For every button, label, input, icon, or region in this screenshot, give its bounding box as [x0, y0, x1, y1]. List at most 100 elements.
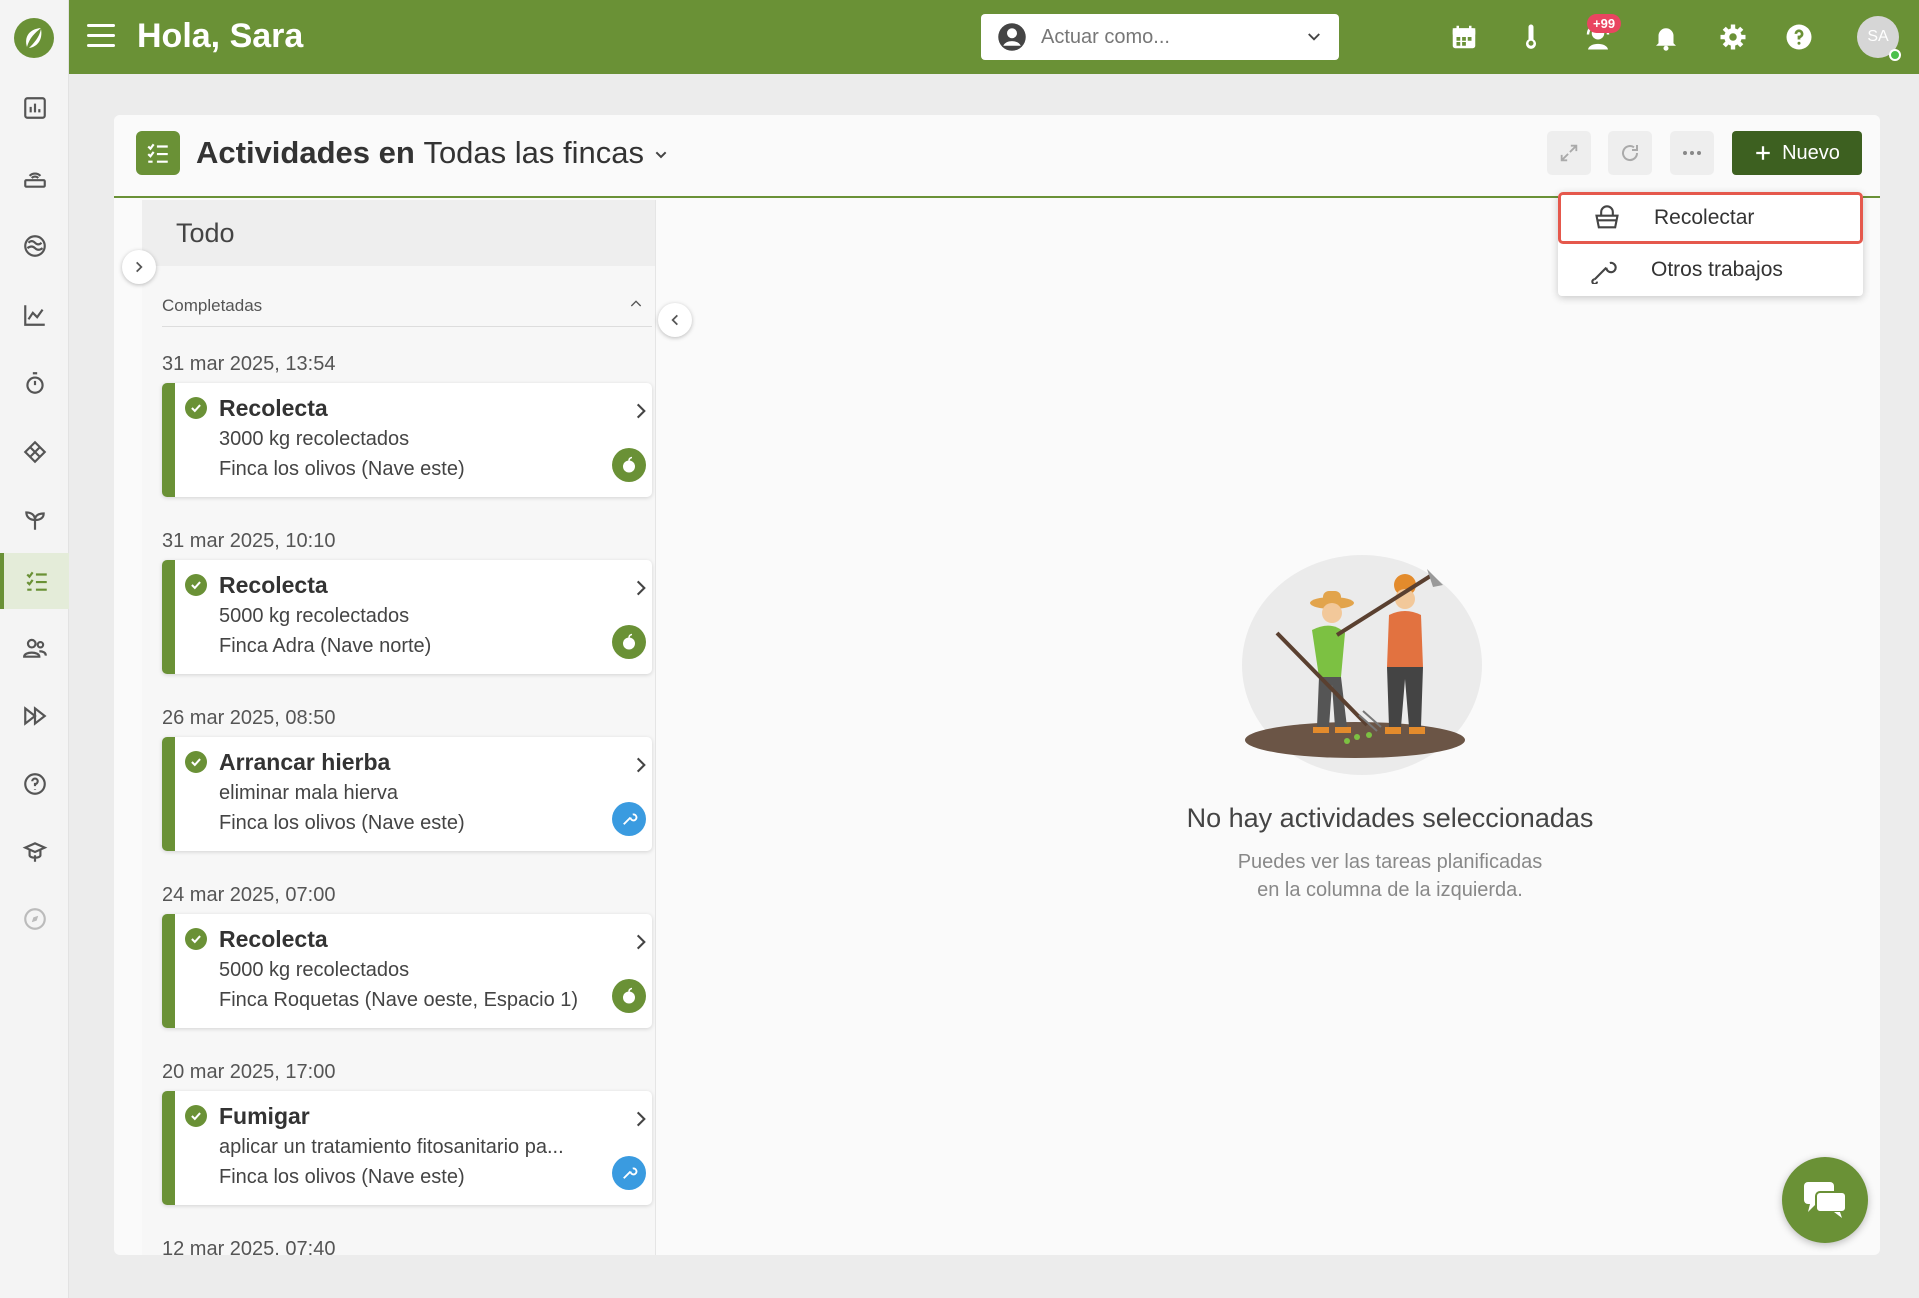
farmers-illustration	[1242, 555, 1482, 775]
activity-description: 5000 kg recolectados	[219, 959, 410, 981]
farm-scope-label: Todas las fincas	[423, 135, 644, 170]
page-title: Actividades en Todas las fincas	[196, 135, 669, 171]
harvest-icon	[612, 448, 646, 482]
sidebar-item-activities[interactable]	[0, 553, 69, 609]
work-tools-icon	[612, 802, 646, 836]
chevron-up-icon[interactable]	[628, 296, 644, 312]
new-activity-menu: Recolectar Otros trabajos	[1558, 192, 1863, 296]
act-as-placeholder: Actuar como...	[1041, 25, 1170, 48]
empty-state-line-2: en la columna de la izquierda.	[1257, 879, 1523, 901]
new-activity-button[interactable]: Nuevo	[1732, 131, 1862, 175]
completed-check-icon	[185, 1105, 207, 1127]
sidebar-item-users[interactable]	[0, 620, 69, 676]
sidebar-item-weather[interactable]	[0, 218, 69, 274]
section-header-completed[interactable]: Completadas	[162, 296, 652, 327]
chevron-right-icon	[636, 403, 646, 419]
menu-item-otros-trabajos[interactable]: Otros trabajos	[1558, 244, 1863, 296]
sidebar-item-explore[interactable]	[0, 891, 69, 947]
tools-icon	[1591, 261, 1617, 284]
notification-badge: +99	[1587, 14, 1622, 33]
completed-check-icon	[185, 574, 207, 596]
activity-location: Finca Adra (Nave norte)	[219, 635, 432, 657]
activity-description: 3000 kg recolectados	[219, 428, 410, 450]
sidebar-item-forward[interactable]	[0, 688, 69, 744]
activity-location: Finca Roquetas (Nave oeste, Espacio 1)	[219, 989, 579, 1011]
list-tab-label: Todo	[176, 218, 235, 248]
app-logo[interactable]	[14, 18, 54, 58]
sidebar-item-crops[interactable]	[0, 492, 69, 548]
academy-icon	[22, 842, 47, 862]
menu-item-label: Recolectar	[1654, 206, 1755, 229]
activities-icon	[25, 571, 47, 591]
sidebar-item-help[interactable]	[0, 756, 69, 812]
plant-icon	[24, 511, 45, 530]
activity-description: 5000 kg recolectados	[219, 605, 410, 627]
activity-card[interactable]: Recolecta 5000 kg recolectados Finca Adra …	[162, 560, 652, 674]
users-icon	[22, 638, 47, 658]
empty-state-subtitle: Puedes ver las tareas planificadas en la…	[1120, 848, 1660, 904]
sidebar-item-charts[interactable]	[0, 287, 69, 343]
chevron-down-icon	[1308, 33, 1320, 41]
chart-icon	[23, 305, 45, 326]
timer-icon	[25, 372, 44, 394]
activities-list-icon	[136, 131, 180, 175]
activity-description: aplicar un tratamiento fitosanitario pa.…	[219, 1136, 564, 1158]
sidebar-item-sensors[interactable]	[0, 150, 69, 206]
completed-check-icon	[185, 928, 207, 950]
weather-icon	[23, 235, 46, 257]
question-icon	[1786, 24, 1812, 50]
completed-check-icon	[185, 751, 207, 773]
date-label: 31 mar 2025, 10:10	[162, 530, 336, 552]
expand-list-button[interactable]	[122, 250, 156, 284]
activity-location: Finca los olivos (Nave este)	[219, 458, 465, 480]
sensors-icon	[23, 172, 46, 188]
menu-icon[interactable]	[87, 24, 115, 50]
new-button-label: Nuevo	[1782, 141, 1840, 164]
online-status-dot	[1889, 49, 1901, 61]
chevron-left-icon	[671, 314, 678, 326]
activity-card[interactable]: Recolecta 5000 kg recolectados Finca Roque…	[162, 914, 652, 1028]
act-as-select[interactable]: Actuar como...	[981, 14, 1339, 60]
sidebar-item-dashboard[interactable]	[0, 80, 69, 136]
work-tools-icon	[612, 1156, 646, 1190]
activity-title: Fumigar	[219, 1103, 310, 1129]
menu-item-recolectar[interactable]: Recolectar	[1558, 192, 1863, 244]
more-options-button[interactable]	[1670, 131, 1714, 175]
date-label: 12 mar 2025, 07:40	[162, 1238, 336, 1255]
list-tab[interactable]: Todo	[142, 200, 655, 266]
sidebar-item-timer[interactable]	[0, 355, 69, 411]
sidebar-item-academy[interactable]	[0, 824, 69, 880]
user-circle-icon	[998, 23, 1026, 51]
farm-scope-selector[interactable]: Todas las fincas	[423, 135, 668, 170]
chat-button[interactable]	[1782, 1157, 1868, 1243]
compass-icon	[23, 908, 46, 930]
activity-card[interactable]: Fumigar aplicar un tratamiento fitosanita…	[162, 1091, 652, 1205]
dashboard-icon	[23, 97, 46, 119]
empty-state-title: No hay actividades seleccionadas	[1186, 803, 1594, 833]
activity-title: Recolecta	[219, 395, 328, 421]
activity-card[interactable]: Arrancar hierba eliminar mala hierva Finca…	[162, 737, 652, 851]
notifications-button[interactable]	[1647, 18, 1685, 56]
help-button[interactable]	[1780, 18, 1818, 56]
temperature-button[interactable]	[1512, 18, 1550, 56]
activity-location: Finca los olivos (Nave este)	[219, 812, 465, 834]
collapse-list-button[interactable]	[658, 303, 692, 337]
plus-icon	[1756, 146, 1770, 160]
activity-card[interactable]: Recolecta 3000 kg recolectados Finca los o…	[162, 383, 652, 497]
activity-description: eliminar mala hierva	[219, 782, 398, 804]
help-icon	[23, 773, 46, 795]
fast-forward-icon	[23, 706, 47, 726]
completed-check-icon	[185, 397, 207, 419]
calendar-button[interactable]	[1445, 18, 1483, 56]
date-label: 24 mar 2025, 07:00	[162, 884, 336, 906]
chevron-down-icon	[655, 151, 666, 159]
chevron-right-icon	[636, 934, 646, 950]
thermometer-icon	[1526, 24, 1536, 49]
sidebar-item-layers[interactable]	[0, 424, 69, 480]
sidebar	[0, 0, 69, 1298]
empty-state-line-1: Puedes ver las tareas planificadas	[1237, 851, 1543, 873]
basket-icon	[1595, 205, 1619, 229]
activity-title: Recolecta	[219, 572, 328, 598]
date-label: 20 mar 2025, 17:00	[162, 1061, 336, 1083]
settings-button[interactable]	[1714, 18, 1752, 56]
